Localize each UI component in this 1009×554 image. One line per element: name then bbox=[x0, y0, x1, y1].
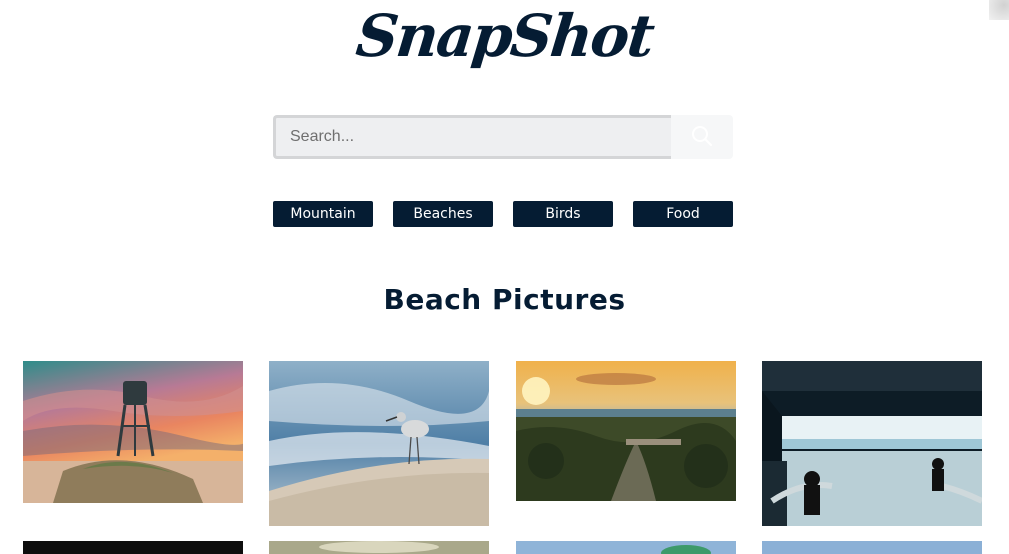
photo-dark[interactable] bbox=[23, 541, 243, 554]
photo-sandpiper[interactable] bbox=[269, 361, 489, 526]
photo-blue-sky[interactable] bbox=[762, 541, 982, 554]
search-icon bbox=[690, 124, 714, 151]
photo-under-pier[interactable] bbox=[762, 361, 982, 526]
search-button[interactable] bbox=[671, 115, 733, 159]
category-button-mountain[interactable]: Mountain bbox=[273, 201, 373, 227]
photo-water-tower[interactable] bbox=[23, 361, 243, 503]
search-input[interactable] bbox=[273, 115, 671, 159]
photo-coastal-town[interactable] bbox=[516, 361, 736, 501]
category-button-birds[interactable]: Birds bbox=[513, 201, 613, 227]
category-button-beaches[interactable]: Beaches bbox=[393, 201, 493, 227]
category-nav: Mountain Beaches Birds Food bbox=[273, 201, 733, 227]
photo-sky-green[interactable] bbox=[516, 541, 736, 554]
app-logo[interactable]: SnapShot bbox=[0, 0, 1009, 72]
category-button-food[interactable]: Food bbox=[633, 201, 733, 227]
photo-hazy-beach[interactable] bbox=[269, 541, 489, 554]
search-form bbox=[273, 115, 733, 159]
gallery-title: Beach Pictures bbox=[383, 283, 626, 316]
